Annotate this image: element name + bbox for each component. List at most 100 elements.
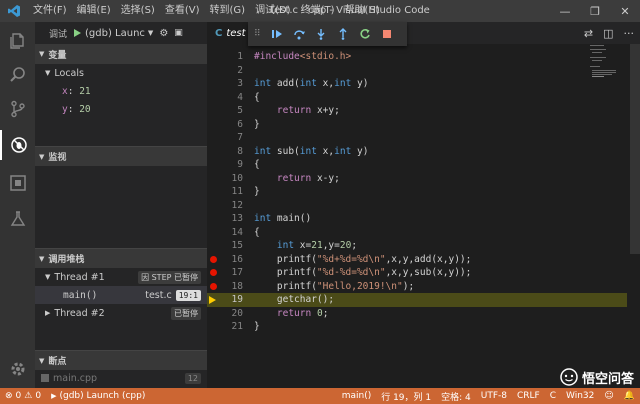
debug-icon[interactable] bbox=[0, 130, 35, 160]
code-token: x, bbox=[316, 145, 335, 157]
code-line[interactable]: 15 int x=21,y=20; bbox=[207, 239, 627, 253]
menu-item[interactable]: 查看(V) bbox=[160, 0, 205, 22]
debug-header: 调试 (gdb) Launc ▼ ⚙ ▣ bbox=[35, 22, 207, 44]
restart-icon[interactable] bbox=[359, 28, 371, 40]
menu-item[interactable]: 帮助(H) bbox=[340, 0, 385, 22]
code-line[interactable]: 10 return x-y; bbox=[207, 172, 627, 186]
code-token: printf( bbox=[254, 280, 317, 292]
feedback-smiley-icon[interactable]: ☺ bbox=[599, 391, 618, 401]
menu-item[interactable]: 选择(S) bbox=[116, 0, 160, 22]
code-line[interactable]: 7 bbox=[207, 131, 627, 145]
start-debug-icon[interactable] bbox=[73, 28, 82, 38]
code-token: ,x,y,sub(x,y)); bbox=[385, 267, 472, 278]
editor-area: C test ⇄ ◫ ··· ⠿ 1 #include<stdio.h> 2 3 int… bbox=[207, 22, 640, 388]
current-function[interactable]: main() bbox=[337, 391, 377, 401]
code-text: printf("Hello,2019!\n"); bbox=[254, 280, 414, 294]
launch-config-select[interactable]: (gdb) Launc ▼ bbox=[73, 28, 153, 39]
thread-row[interactable]: ▶ Thread #2 已暂停 bbox=[35, 304, 207, 322]
code-line[interactable]: 5 return x+y; bbox=[207, 104, 627, 118]
debug-launch-status[interactable]: ▶ (gdb) Launch (cpp) bbox=[46, 391, 150, 401]
thread-row[interactable]: ▼ Thread #1 因 STEP 已暂停 bbox=[35, 268, 207, 286]
debug-console-icon[interactable]: ▣ bbox=[174, 28, 183, 38]
activity-bar bbox=[0, 22, 35, 388]
compare-icon[interactable]: ⇄ bbox=[584, 27, 593, 40]
test-flask-icon[interactable] bbox=[0, 204, 35, 234]
search-icon[interactable] bbox=[0, 60, 35, 90]
code-line[interactable]: 6} bbox=[207, 118, 627, 132]
encoding-setting[interactable]: UTF-8 bbox=[476, 391, 512, 401]
code-line[interactable]: 19 getchar(); bbox=[207, 293, 627, 307]
menu-item[interactable]: 文件(F) bbox=[28, 0, 72, 22]
code-line[interactable]: 16 printf("%d+%d=%d\n",x,y,add(x,y)); bbox=[207, 253, 627, 267]
source-control-icon[interactable] bbox=[0, 94, 35, 124]
continue-icon[interactable] bbox=[271, 28, 283, 40]
variable-row[interactable]: y: 20 bbox=[35, 100, 207, 118]
locals-scope[interactable]: ▼ Locals bbox=[35, 64, 207, 82]
breakpoint-icon[interactable] bbox=[210, 282, 217, 290]
code-line[interactable]: 18 printf("Hello,2019!\n"); bbox=[207, 280, 627, 294]
drag-handle-icon[interactable]: ⠿ bbox=[254, 29, 261, 39]
variable-row[interactable]: x: 21 bbox=[35, 82, 207, 100]
platform-config[interactable]: Win32 bbox=[561, 391, 599, 401]
settings-gear-icon[interactable]: ⚙ bbox=[159, 28, 168, 39]
cursor-position[interactable]: 行 19，列 1 bbox=[376, 390, 436, 403]
variables-section-header[interactable]: ▼ 变量 bbox=[35, 44, 207, 64]
code-line[interactable]: 11} bbox=[207, 185, 627, 199]
code-line[interactable]: 12 bbox=[207, 199, 627, 213]
menu-item[interactable]: 编辑(E) bbox=[72, 0, 116, 22]
code-token: int bbox=[254, 213, 272, 224]
code-line[interactable]: 21} bbox=[207, 320, 627, 334]
step-over-icon[interactable] bbox=[293, 28, 305, 40]
menu-item[interactable]: 调试(D) bbox=[250, 0, 296, 22]
indentation-setting[interactable]: 空格: 4 bbox=[436, 390, 476, 403]
breakpoint-icon[interactable] bbox=[210, 255, 217, 263]
code-line[interactable]: 20 return 0; bbox=[207, 307, 627, 321]
code-line[interactable]: 3 int add(int x,int y) bbox=[207, 77, 627, 91]
stack-frame-row[interactable]: main() test.c 19:1 bbox=[35, 286, 207, 304]
code-line[interactable]: 9{ bbox=[207, 158, 627, 172]
problems-indicator[interactable]: ⊗ 0 ⚠ 0 bbox=[0, 391, 46, 401]
breakpoint-icon[interactable] bbox=[210, 269, 217, 276]
code-line[interactable]: 8 int sub(int x,int y) bbox=[207, 145, 627, 159]
code-token: x-y; bbox=[311, 172, 340, 184]
checkbox-icon[interactable] bbox=[41, 374, 49, 382]
code-line[interactable]: 13 int main() bbox=[207, 212, 627, 226]
language-mode[interactable]: C bbox=[545, 391, 561, 401]
line-number: 9 bbox=[237, 159, 243, 170]
maximize-button[interactable]: ❐ bbox=[580, 0, 610, 22]
step-out-icon[interactable] bbox=[337, 28, 349, 40]
vertical-scrollbar-thumb[interactable] bbox=[630, 44, 640, 254]
code-token: { bbox=[254, 226, 260, 238]
code-editor[interactable]: 1 #include<stdio.h> 2 3 int add(int x,int y)… bbox=[207, 44, 640, 388]
watch-section-header[interactable]: ▼ 监视 bbox=[35, 146, 207, 166]
extensions-icon[interactable] bbox=[0, 168, 35, 198]
code-text: { bbox=[254, 91, 260, 105]
menu-item[interactable]: 终端(T) bbox=[296, 0, 340, 22]
explorer-icon[interactable] bbox=[0, 26, 35, 56]
settings-gear-icon[interactable] bbox=[0, 354, 35, 384]
code-line[interactable]: 1 #include<stdio.h> bbox=[207, 50, 627, 64]
code-token: int bbox=[299, 78, 317, 89]
code-text: printf("%d+%d=%d\n",x,y,add(x,y)); bbox=[254, 253, 471, 267]
menu-item[interactable]: 转到(G) bbox=[205, 0, 251, 22]
close-button[interactable]: ✕ bbox=[610, 0, 640, 22]
code-text: getchar(); bbox=[254, 293, 334, 307]
code-line[interactable]: 14 { bbox=[207, 226, 627, 240]
code-text: return x+y; bbox=[254, 104, 340, 118]
stop-icon[interactable] bbox=[381, 28, 393, 40]
minimize-button[interactable]: — bbox=[550, 0, 580, 22]
notifications-bell-icon[interactable]: 🔔 bbox=[619, 391, 640, 401]
eol-setting[interactable]: CRLF bbox=[512, 391, 545, 401]
code-line[interactable]: 2 bbox=[207, 64, 627, 78]
step-into-icon[interactable] bbox=[315, 28, 327, 40]
minimap[interactable] bbox=[590, 44, 630, 84]
code-line[interactable]: 4{ bbox=[207, 91, 627, 105]
breakpoint-item[interactable]: main.cpp 12 bbox=[35, 369, 207, 387]
code-line[interactable]: 17 printf("%d-%d=%d\n",x,y,sub(x,y)); bbox=[207, 266, 627, 280]
split-editor-icon[interactable]: ◫ bbox=[603, 27, 613, 40]
more-actions-icon[interactable]: ··· bbox=[624, 27, 635, 40]
breakpoints-section-header[interactable]: ▼ 断点 bbox=[35, 350, 207, 370]
callstack-section-header[interactable]: ▼ 调用堆栈 bbox=[35, 248, 207, 268]
